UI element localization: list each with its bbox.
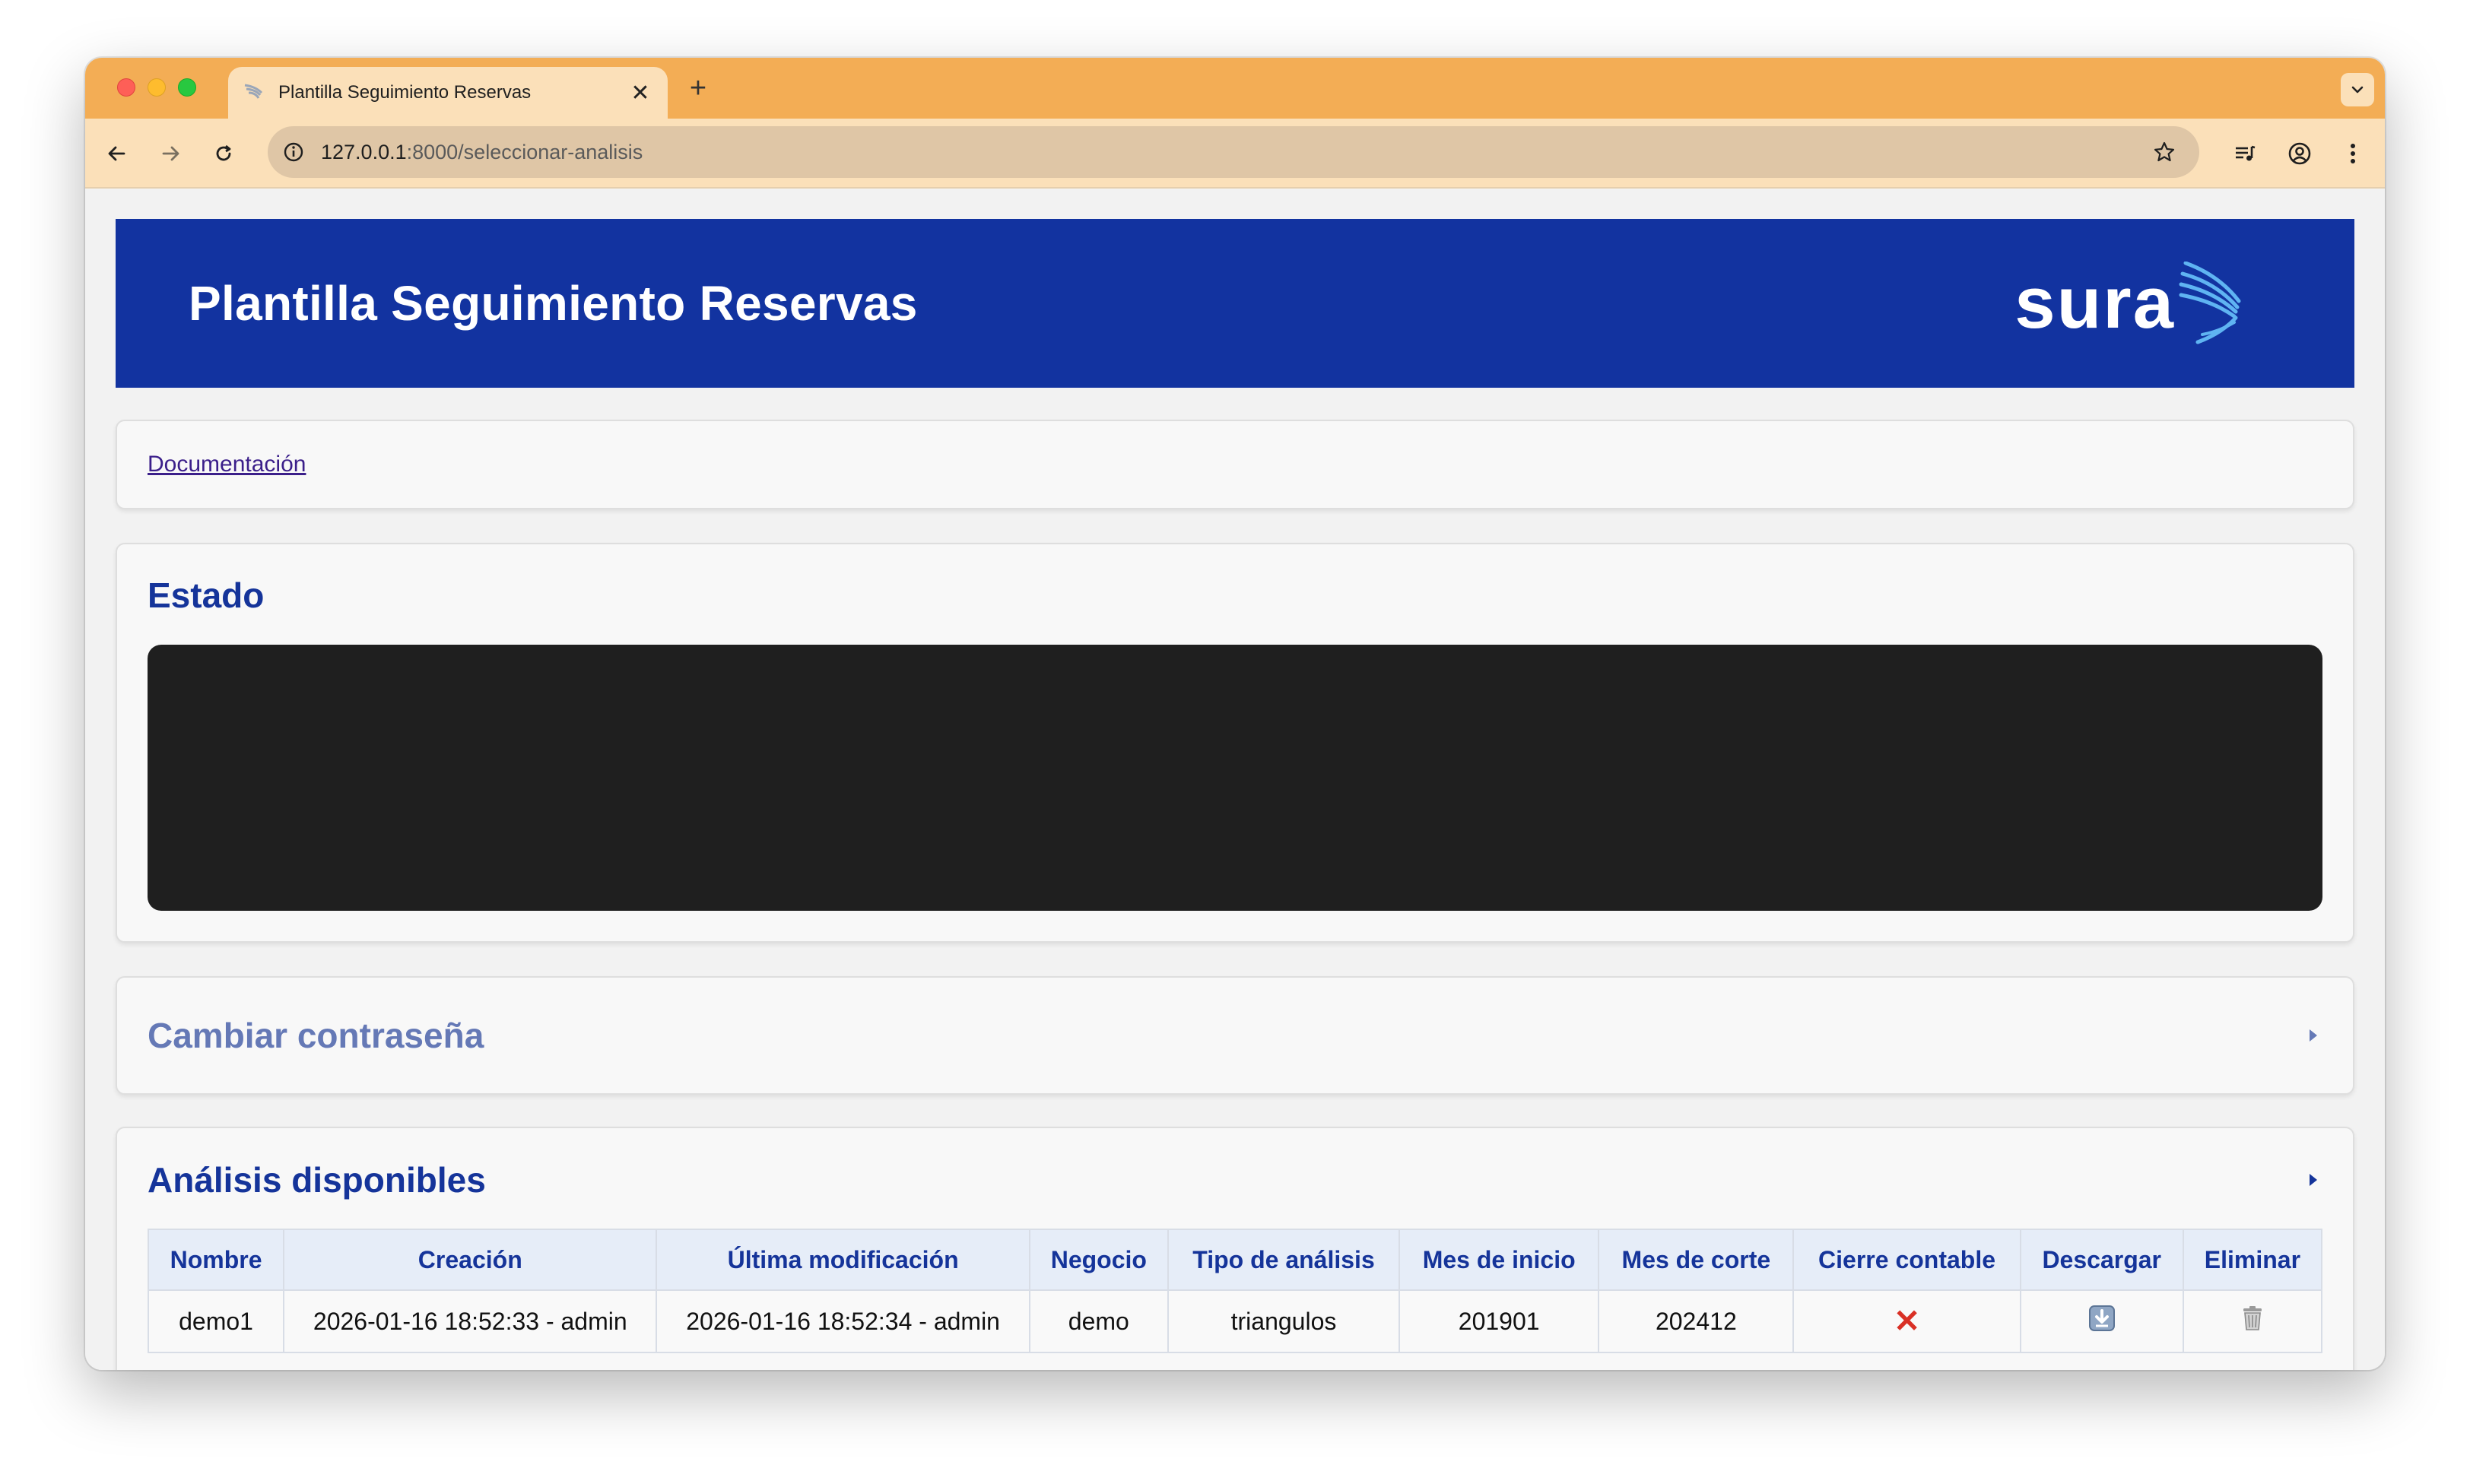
red-x-icon[interactable]: ✕: [1894, 1303, 1920, 1339]
column-header: Nombre: [147, 1229, 285, 1291]
cell-creacion: 2026-01-16 18:52:33 - admin: [283, 1289, 658, 1353]
sura-wings-icon: [2179, 262, 2241, 344]
available-analyses-title: Análisis disponibles: [148, 1160, 486, 1200]
cell-ultima-modificacion: 2026-01-16 18:52:34 - admin: [656, 1289, 1030, 1353]
column-header: Eliminar: [2182, 1229, 2323, 1291]
close-icon[interactable]: ✕: [628, 81, 652, 106]
star-icon[interactable]: [2145, 132, 2184, 172]
column-header: Negocio: [1028, 1229, 1169, 1291]
address-bar[interactable]: 127.0.0.1:8000/seleccionar-analisis: [268, 126, 2199, 178]
table-row[interactable]: demo1 2026-01-16 18:52:33 - admin 2026-0…: [147, 1289, 2323, 1353]
minimize-window-button[interactable]: [148, 78, 166, 97]
available-analyses-card: Análisis disponibles Nombre Creación Últ…: [116, 1127, 2354, 1370]
cell-cierre-contable[interactable]: ✕: [1792, 1289, 2021, 1353]
url-host: 127.0.0.1: [321, 140, 407, 163]
info-icon[interactable]: [278, 137, 309, 167]
trash-icon[interactable]: [2240, 1305, 2265, 1331]
profile-icon[interactable]: [2280, 134, 2319, 173]
cell-mes-corte: 202412: [1598, 1289, 1795, 1353]
url-text: 127.0.0.1:8000/seleccionar-analisis: [321, 141, 2145, 164]
tab-title: Plantilla Seguimiento Reservas: [278, 82, 532, 103]
cell-nombre[interactable]: demo1: [147, 1289, 285, 1353]
cell-eliminar: [2182, 1289, 2323, 1353]
sura-favicon-icon: [244, 84, 263, 99]
column-header: Mes de corte: [1598, 1229, 1795, 1291]
cell-tipo: triangulos: [1167, 1289, 1401, 1353]
page-title: Plantilla Seguimiento Reservas: [189, 276, 918, 331]
column-header: Mes de inicio: [1399, 1229, 1600, 1291]
logo-text: sura: [2014, 262, 2175, 344]
column-header: Tipo de análisis: [1167, 1229, 1401, 1291]
maximize-window-button[interactable]: [178, 78, 196, 97]
caret-right-icon[interactable]: [2304, 1026, 2322, 1045]
close-window-button[interactable]: [117, 78, 135, 97]
caret-right-icon[interactable]: [2304, 1171, 2322, 1189]
column-header: Última modificación: [656, 1229, 1030, 1291]
status-console: [148, 645, 2322, 911]
kebab-menu-icon[interactable]: [2333, 134, 2373, 173]
arrow-left-icon[interactable]: [97, 134, 137, 173]
browser-toolbar: 127.0.0.1:8000/seleccionar-analisis: [85, 119, 2385, 189]
app-header: Plantilla Seguimiento Reservas sura: [116, 219, 2354, 388]
browser-window: Plantilla Seguimiento Reservas ✕ + 127.0…: [85, 58, 2385, 1370]
browser-tab[interactable]: Plantilla Seguimiento Reservas ✕: [228, 67, 668, 119]
status-card: Estado: [116, 543, 2354, 943]
cell-mes-inicio: 201901: [1399, 1289, 1600, 1353]
url-path: :8000/seleccionar-analisis: [406, 140, 643, 163]
documentation-link[interactable]: Documentación: [148, 452, 306, 477]
analyses-table: Nombre Creación Última modificación Nego…: [147, 1229, 2323, 1353]
page-viewport: Plantilla Seguimiento Reservas sura Docu…: [85, 189, 2385, 1370]
cell-descargar: [2019, 1289, 2184, 1353]
arrow-right-icon[interactable]: [151, 134, 190, 173]
change-password-card[interactable]: Cambiar contraseña: [116, 976, 2354, 1095]
column-header: Descargar: [2019, 1229, 2184, 1291]
documentation-card: Documentación: [116, 420, 2354, 509]
column-header: Creación: [283, 1229, 658, 1291]
download-icon[interactable]: [2088, 1305, 2115, 1331]
status-title: Estado: [148, 576, 265, 615]
table-header-row: Nombre Creación Última modificación Nego…: [147, 1229, 2323, 1291]
cell-negocio: demo: [1028, 1289, 1169, 1353]
chevron-down-icon[interactable]: [2341, 73, 2374, 106]
tab-strip: Plantilla Seguimiento Reservas ✕ +: [85, 58, 2385, 119]
playlist-icon[interactable]: [2225, 134, 2265, 173]
reload-icon[interactable]: [204, 134, 243, 173]
sura-logo: sura: [2014, 262, 2248, 345]
column-header: Cierre contable: [1792, 1229, 2021, 1291]
change-password-title: Cambiar contraseña: [148, 1016, 484, 1055]
plus-icon[interactable]: +: [683, 73, 713, 103]
